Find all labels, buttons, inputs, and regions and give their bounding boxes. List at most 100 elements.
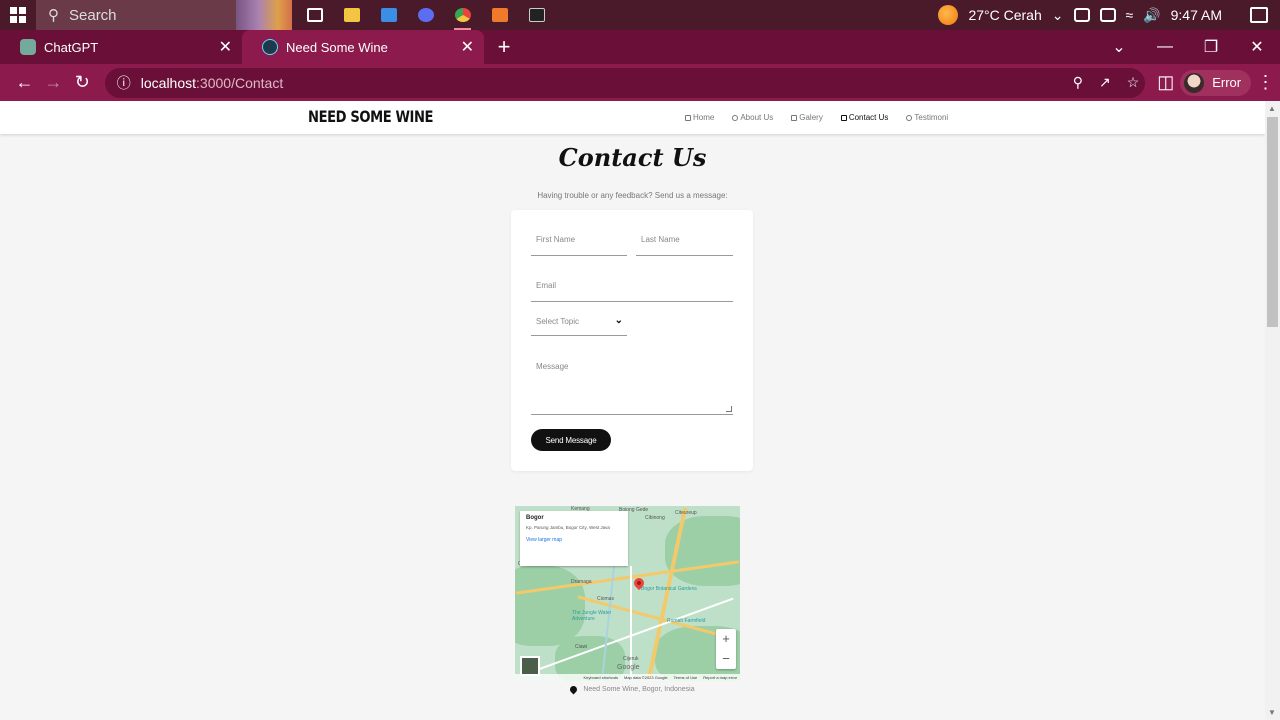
- close-icon[interactable]: ✕: [461, 37, 474, 57]
- home-icon: [685, 114, 691, 121]
- task-view-icon[interactable]: [296, 0, 333, 30]
- topic-select-value: Select Topic: [536, 317, 579, 326]
- menu-kebab-icon[interactable]: ⋮: [1251, 67, 1280, 99]
- chevron-up-icon[interactable]: ⌄: [1052, 7, 1064, 24]
- reload-icon[interactable]: ↻: [68, 67, 97, 99]
- keyboard-shortcuts-link[interactable]: Keyboard shortcuts: [584, 675, 618, 680]
- last-name-field[interactable]: Last Name: [636, 235, 733, 256]
- zoom-out-button[interactable]: −: [716, 649, 736, 669]
- notification-icon[interactable]: [1250, 7, 1268, 23]
- close-icon[interactable]: ✕: [219, 37, 232, 57]
- view-larger-map-link[interactable]: View larger map: [526, 537, 622, 543]
- send-message-button[interactable]: Send Message: [531, 429, 611, 451]
- first-name-field[interactable]: First Name: [531, 235, 627, 256]
- terminal-icon[interactable]: [518, 0, 555, 30]
- contact-form: First Name Last Name Email Select Topic …: [511, 210, 753, 471]
- google-map[interactable]: Kemang Bojong Gede Cibinong Citeureup Dr…: [515, 506, 740, 681]
- image-icon: [791, 114, 798, 121]
- meet-icon[interactable]: [1073, 8, 1090, 22]
- nav-home[interactable]: Home: [685, 113, 714, 122]
- browser-toolbar: ← → ↻ ⓘ localhost:3000/Contact ⚲ ↗ ☆ ◫ E…: [0, 64, 1280, 101]
- taskbar-search-label: Search: [69, 6, 117, 24]
- xampp-icon[interactable]: [481, 0, 518, 30]
- back-icon[interactable]: ←: [10, 67, 39, 99]
- topic-select[interactable]: Select Topic ⌄: [531, 315, 627, 336]
- volume-icon[interactable]: 🔊: [1143, 7, 1160, 24]
- chrome-icon[interactable]: [444, 0, 481, 30]
- search-icon: ⚲: [48, 7, 59, 24]
- url-bar[interactable]: ⓘ localhost:3000/Contact ⚲ ↗ ☆: [104, 67, 1146, 98]
- phone-icon: [840, 114, 847, 121]
- tab-search-icon[interactable]: ⌄: [1096, 37, 1142, 57]
- tab-need-some-wine[interactable]: Need Some Wine ✕: [242, 30, 484, 64]
- site-info-icon[interactable]: ⓘ: [117, 73, 131, 93]
- weather-text[interactable]: 27°C Cerah: [968, 7, 1041, 23]
- map-label: Bogor Botanical Gardens: [641, 586, 697, 592]
- profile-status: Error: [1212, 75, 1242, 90]
- map-place-address: Kp. Parung Jambu, Bogor City, West Java: [526, 525, 610, 530]
- map-place-name: Bogor: [526, 515, 544, 521]
- location-pin-icon: [568, 684, 579, 695]
- report-error-link[interactable]: Report a map error: [703, 675, 737, 680]
- map-label: Dramaga: [571, 579, 592, 585]
- nav-testimoni[interactable]: Testimoni: [906, 113, 948, 122]
- tab-title: Need Some Wine: [286, 39, 388, 55]
- url-host: localhost: [140, 74, 197, 91]
- side-panel-icon[interactable]: ◫: [1151, 67, 1180, 99]
- message-placeholder: Message: [536, 362, 569, 371]
- close-window-icon[interactable]: ✕: [1234, 37, 1280, 57]
- tab-chatgpt[interactable]: ChatGPT ✕: [0, 30, 242, 64]
- zoom-icon[interactable]: ⚲: [1073, 74, 1083, 91]
- map-label: Rumah Farmfield: [667, 618, 706, 624]
- terms-link[interactable]: Terms of Use: [674, 675, 698, 680]
- wifi-icon[interactable]: ≈: [1126, 7, 1134, 23]
- page-subtitle: Having trouble or any feedback? Send us …: [537, 191, 728, 200]
- message-field[interactable]: Message: [531, 362, 733, 415]
- media-app-icon[interactable]: [407, 0, 444, 30]
- map-label: Ciomas: [597, 596, 614, 602]
- avatar: [1184, 72, 1205, 93]
- scrollbar-thumb[interactable]: [1267, 117, 1278, 327]
- nav-about-us[interactable]: About Us: [732, 113, 773, 122]
- map-label: Ciawi: [575, 644, 588, 650]
- zoom-in-button[interactable]: +: [716, 629, 736, 649]
- map-info-card: Bogor Kp. Parung Jambu, Bogor City, West…: [520, 511, 628, 566]
- satellite-toggle[interactable]: [520, 656, 540, 676]
- restore-icon[interactable]: ❐: [1188, 37, 1234, 57]
- nav-contact-us[interactable]: Contact Us: [840, 113, 888, 122]
- chevron-down-icon: ⌄: [614, 315, 623, 326]
- react-favicon-icon: [262, 39, 278, 55]
- resize-handle-icon[interactable]: [726, 406, 732, 412]
- start-button[interactable]: [0, 0, 36, 30]
- map-label: The Jungle Water Adventure: [572, 610, 612, 622]
- map-label: Cijeruk: [623, 656, 639, 662]
- page-scrollbar[interactable]: ▲ ▼: [1265, 101, 1280, 720]
- profile-button[interactable]: Error: [1180, 69, 1252, 96]
- mail-icon[interactable]: [370, 0, 407, 30]
- scroll-up-icon[interactable]: ▲: [1268, 104, 1276, 113]
- file-explorer-icon[interactable]: [333, 0, 370, 30]
- location-line: Need Some Wine, Bogor, Indonesia: [0, 684, 1265, 695]
- forward-icon[interactable]: →: [39, 67, 68, 99]
- minimize-icon[interactable]: —: [1142, 38, 1188, 56]
- windows-logo-icon: [10, 7, 26, 23]
- browser-tabbar: ChatGPT ✕ Need Some Wine ✕ + ⌄ — ❐ ✕: [0, 30, 1280, 64]
- web-page: NEED SOME WINE Home About Us Galery Cont…: [0, 101, 1265, 720]
- email-field[interactable]: Email: [531, 281, 733, 302]
- location-text: Need Some Wine, Bogor, Indonesia: [583, 686, 695, 693]
- windows-taskbar: ⚲ Search 27°C Cerah ⌄ ≈ 🔊 9:47 AM: [0, 0, 1280, 30]
- clock[interactable]: 9:47 AM: [1171, 7, 1222, 23]
- site-menu: Home About Us Galery Contact Us Testimon…: [685, 113, 948, 122]
- nav-galery[interactable]: Galery: [791, 113, 823, 122]
- tab-title: ChatGPT: [44, 39, 99, 55]
- map-terrain: [515, 566, 585, 646]
- scroll-down-icon[interactable]: ▼: [1268, 708, 1276, 717]
- info-icon: [732, 114, 739, 121]
- taskbar-search[interactable]: ⚲ Search: [36, 0, 292, 30]
- new-tab-button[interactable]: +: [484, 30, 524, 64]
- weather-icon[interactable]: [938, 5, 959, 25]
- site-brand[interactable]: NEED SOME WINE: [308, 107, 434, 126]
- bookmark-star-icon[interactable]: ☆: [1127, 74, 1140, 91]
- battery-icon[interactable]: [1099, 8, 1116, 22]
- share-icon[interactable]: ↗: [1099, 74, 1111, 91]
